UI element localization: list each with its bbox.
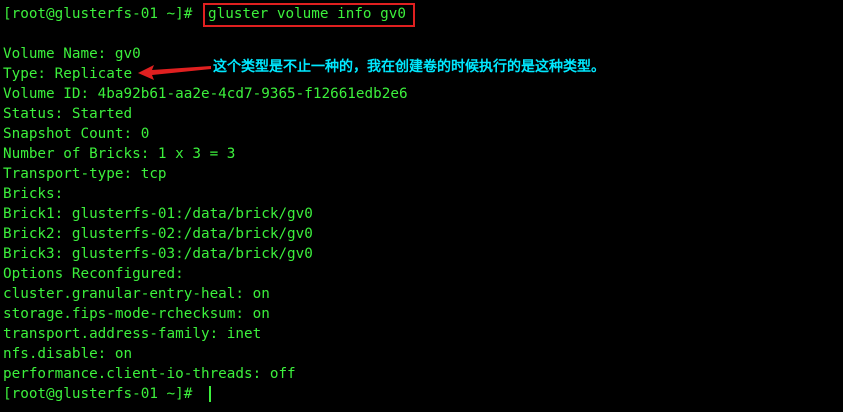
output-line-option-3: transport.address-family: inet <box>3 326 262 342</box>
prompt-top: [root@glusterfs-01 ~]# <box>3 6 193 22</box>
output-line-snapshot-count: Snapshot Count: 0 <box>3 126 150 142</box>
text-cursor[interactable] <box>209 386 211 402</box>
output-line-brick2: Brick2: glusterfs-02:/data/brick/gv0 <box>3 226 313 242</box>
output-line-brick3: Brick3: glusterfs-03:/data/brick/gv0 <box>3 246 313 262</box>
output-line-type: Type: Replicate <box>3 66 133 82</box>
terminal-window[interactable]: [root@glusterfs-01 ~]# gluster volume in… <box>0 0 843 412</box>
output-line-volume-name: Volume Name: gv0 <box>3 46 141 62</box>
prompt-bottom: [root@glusterfs-01 ~]# <box>3 386 193 402</box>
output-line-bricks-header: Bricks: <box>3 186 64 202</box>
command-text: gluster volume info gv0 <box>208 6 406 22</box>
output-line-transport-type: Transport-type: tcp <box>3 166 167 182</box>
output-line-volume-id: Volume ID: 4ba92b61-aa2e-4cd7-9365-f1266… <box>3 86 408 102</box>
output-line-option-4: nfs.disable: on <box>3 346 133 362</box>
output-line-option-2: storage.fips-mode-rchecksum: on <box>3 306 270 322</box>
output-line-number-of-bricks: Number of Bricks: 1 x 3 = 3 <box>3 146 236 162</box>
output-line-options-header: Options Reconfigured: <box>3 266 184 282</box>
output-line-option-1: cluster.granular-entry-heal: on <box>3 286 270 302</box>
output-line-brick1: Brick1: glusterfs-01:/data/brick/gv0 <box>3 206 313 222</box>
output-line-option-5: performance.client-io-threads: off <box>3 366 296 382</box>
annotation-text: 这个类型是不止一种的，我在创建卷的时候执行的是这种类型。 <box>213 59 605 75</box>
left-arrow-icon <box>138 65 211 80</box>
output-line-status: Status: Started <box>3 106 133 122</box>
